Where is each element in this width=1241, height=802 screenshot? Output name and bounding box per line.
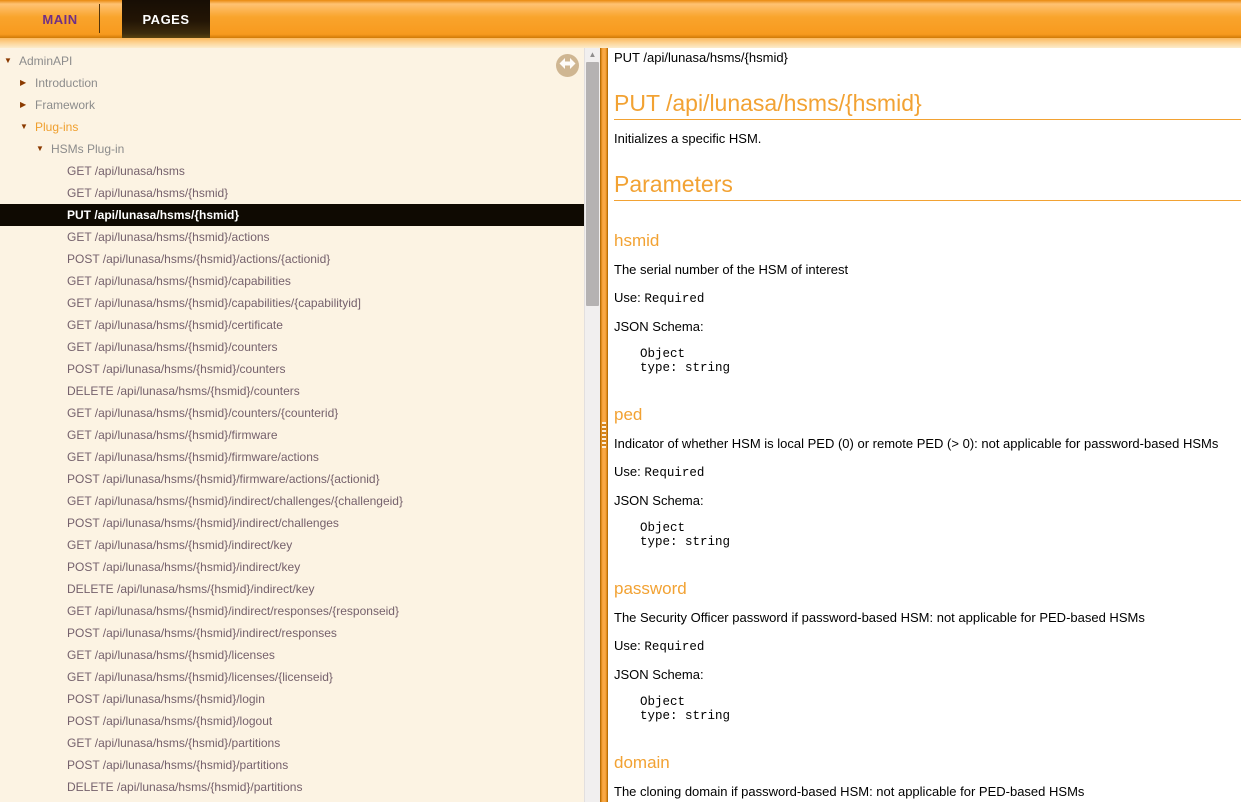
parameter-description: Indicator of whether HSM is local PED (0… bbox=[614, 436, 1241, 452]
tree-item[interactable]: DELETE /api/lunasa/hsms/{hsmid}/partitio… bbox=[0, 776, 584, 798]
tree-item[interactable]: POST /api/lunasa/hsms/{hsmid}/indirect/c… bbox=[0, 512, 584, 534]
tree-item[interactable]: POST /api/lunasa/hsms/{hsmid}/login bbox=[0, 688, 584, 710]
use-value: Required bbox=[644, 640, 704, 654]
schema-label: JSON Schema: bbox=[614, 319, 1241, 335]
tree-item[interactable]: ▼HSMs Plug-in bbox=[0, 138, 584, 160]
schema-code: Object type: string bbox=[640, 347, 1241, 375]
tree-item[interactable]: GET /api/lunasa/hsms/{hsmid}/partitions bbox=[0, 732, 584, 754]
tree-collapsed-icon[interactable]: ▶ bbox=[20, 94, 35, 116]
parameter-description: The cloning domain if password-based HSM… bbox=[614, 784, 1241, 800]
tree-item[interactable]: DELETE /api/lunasa/hsms/{hsmid}/indirect… bbox=[0, 578, 584, 600]
use-value: Required bbox=[644, 466, 704, 480]
doc-content-panel: PUT /api/lunasa/hsms/{hsmid} PUT /api/lu… bbox=[608, 48, 1241, 802]
schema-code: Object type: string bbox=[640, 521, 1241, 549]
parameter-block: domain The cloning domain if password-ba… bbox=[614, 753, 1241, 802]
tree-expanded-icon[interactable]: ▼ bbox=[4, 50, 19, 72]
header-gradient-strip bbox=[0, 38, 1241, 48]
horizontal-arrows-icon bbox=[559, 57, 576, 75]
tree-collapsed-icon[interactable]: ▶ bbox=[20, 72, 35, 94]
tree-item[interactable]: GET /api/lunasa/hsms/{hsmid}/indirect/ch… bbox=[0, 490, 584, 512]
tree-item-selected[interactable]: PUT /api/lunasa/hsms/{hsmid} bbox=[0, 204, 584, 226]
parameters-list: hsmid The serial number of the HSM of in… bbox=[614, 231, 1241, 802]
tree-item[interactable]: GET /api/lunasa/hsms/{hsmid}/capabilitie… bbox=[0, 292, 584, 314]
tree-item[interactable]: POST /api/lunasa/hsms/{hsmid}/firmware/a… bbox=[0, 468, 584, 490]
scrollbar-up-icon[interactable]: ▲ bbox=[585, 48, 600, 62]
tree-item[interactable]: POST /api/lunasa/hsms/{hsmid}/actions/{a… bbox=[0, 248, 584, 270]
tree-item[interactable]: POST /api/lunasa/hsms/{hsmid}/indirect/k… bbox=[0, 556, 584, 578]
tree-item[interactable]: POST /api/lunasa/hsms/{hsmid}/counters bbox=[0, 358, 584, 380]
schema-label: JSON Schema: bbox=[614, 493, 1241, 509]
parameter-name: ped bbox=[614, 405, 1241, 425]
tree-item[interactable]: GET /api/lunasa/hsms/{hsmid}/actions bbox=[0, 226, 584, 248]
sidebar-scrollbar[interactable]: ▲ bbox=[584, 48, 600, 802]
top-tab-bar: MAIN PAGES bbox=[0, 0, 1241, 38]
tree-item[interactable]: GET /api/lunasa/hsms/{hsmid} bbox=[0, 182, 584, 204]
tree-item[interactable]: ▶Framework bbox=[0, 94, 584, 116]
tree-item[interactable]: GET /api/lunasa/hsms/{hsmid}/indirect/ke… bbox=[0, 534, 584, 556]
tree-item[interactable]: GET /api/lunasa/hsms bbox=[0, 160, 584, 182]
tree-item[interactable]: GET /api/lunasa/hsms/{hsmid}/firmware/ac… bbox=[0, 446, 584, 468]
tree-item[interactable]: GET /api/lunasa/hsms/{hsmid}/licenses/{l… bbox=[0, 666, 584, 688]
use-label: Use: bbox=[614, 290, 641, 305]
tree-item[interactable]: GET /api/lunasa/hsms/{hsmid}/licenses bbox=[0, 644, 584, 666]
tree-item[interactable]: GET /api/lunasa/hsms/{hsmid}/firmware bbox=[0, 424, 584, 446]
tree-item[interactable]: GET /api/lunasa/hsms/{hsmid}/indirect/re… bbox=[0, 600, 584, 622]
tree-item[interactable]: POST /api/lunasa/hsms/{hsmid}/logout bbox=[0, 710, 584, 732]
endpoint-description: Initializes a specific HSM. bbox=[614, 131, 1241, 147]
tree-item[interactable]: GET /api/lunasa/hsms/{hsmid}/counters/{c… bbox=[0, 402, 584, 424]
tree-item[interactable]: GET /api/lunasa/hsms/{hsmid}/certificate bbox=[0, 314, 584, 336]
endpoint-tree: ▼AdminAPI▶Introduction▶Framework▼Plug-in… bbox=[0, 50, 584, 798]
tab-pages[interactable]: PAGES bbox=[122, 0, 210, 38]
parameter-block: password The Security Officer password i… bbox=[614, 579, 1241, 723]
pages-tree-panel: ▼AdminAPI▶Introduction▶Framework▼Plug-in… bbox=[0, 48, 600, 802]
collapse-panel-button[interactable] bbox=[556, 54, 579, 77]
parameter-name: domain bbox=[614, 753, 1241, 773]
use-label: Use: bbox=[614, 464, 641, 479]
tree-item[interactable]: ▼Plug-ins bbox=[0, 116, 584, 138]
tree-item[interactable]: POST /api/lunasa/hsms/{hsmid}/partitions bbox=[0, 754, 584, 776]
schema-code: Object type: string bbox=[640, 695, 1241, 723]
parameter-name: hsmid bbox=[614, 231, 1241, 251]
endpoint-title: PUT /api/lunasa/hsms/{hsmid} bbox=[614, 90, 1241, 120]
scrollbar-thumb[interactable] bbox=[586, 62, 599, 306]
use-label: Use: bbox=[614, 638, 641, 653]
tree-item[interactable]: ▼AdminAPI bbox=[0, 50, 584, 72]
schema-label: JSON Schema: bbox=[614, 667, 1241, 683]
use-value: Required bbox=[644, 292, 704, 306]
tree-expanded-icon[interactable]: ▼ bbox=[20, 116, 35, 138]
parameter-description: The serial number of the HSM of interest bbox=[614, 262, 1241, 278]
tree-item[interactable]: GET /api/lunasa/hsms/{hsmid}/capabilitie… bbox=[0, 270, 584, 292]
splitter-grip-icon bbox=[602, 422, 606, 448]
tree-item[interactable]: POST /api/lunasa/hsms/{hsmid}/indirect/r… bbox=[0, 622, 584, 644]
tab-main[interactable]: MAIN bbox=[20, 0, 100, 38]
parameter-name: password bbox=[614, 579, 1241, 599]
tree-item[interactable]: DELETE /api/lunasa/hsms/{hsmid}/counters bbox=[0, 380, 584, 402]
tree-expanded-icon[interactable]: ▼ bbox=[36, 138, 51, 160]
parameter-block: hsmid The serial number of the HSM of in… bbox=[614, 231, 1241, 375]
endpoint-path-text: PUT /api/lunasa/hsms/{hsmid} bbox=[614, 50, 1241, 66]
tree-item[interactable]: ▶Introduction bbox=[0, 72, 584, 94]
parameter-description: The Security Officer password if passwor… bbox=[614, 610, 1241, 626]
panel-splitter[interactable] bbox=[600, 48, 608, 802]
tab-separator bbox=[99, 4, 100, 33]
parameters-heading: Parameters bbox=[614, 171, 1241, 201]
tree-item[interactable]: GET /api/lunasa/hsms/{hsmid}/counters bbox=[0, 336, 584, 358]
parameter-block: ped Indicator of whether HSM is local PE… bbox=[614, 405, 1241, 549]
